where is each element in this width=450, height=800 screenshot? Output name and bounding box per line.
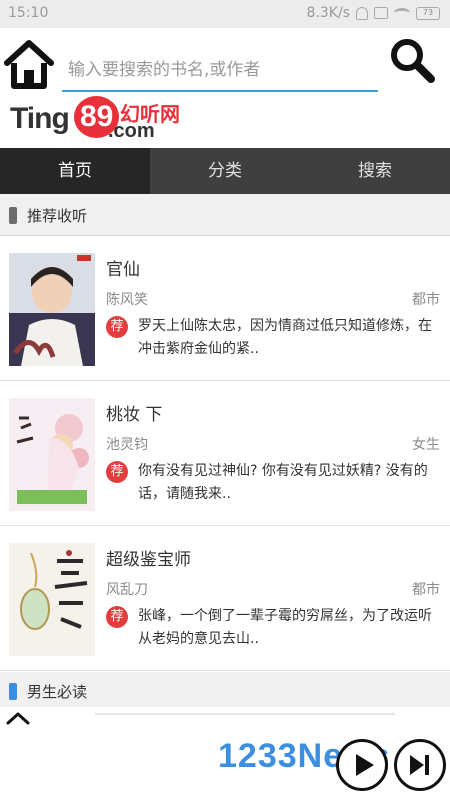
book-cover: [9, 543, 95, 656]
recommend-badge: 荐: [106, 461, 128, 483]
section-marker: [9, 207, 17, 224]
recommend-badge: 荐: [106, 606, 128, 628]
skip-next-icon: [410, 755, 429, 775]
logo-ting: Ting: [10, 102, 70, 135]
home-button[interactable]: [4, 38, 54, 90]
sim-icon: [374, 7, 388, 19]
book-author: 池灵钧: [106, 437, 148, 453]
play-icon: [356, 754, 374, 776]
book-title: 桃妆 下: [106, 405, 163, 425]
book-genre: 都市: [412, 582, 440, 598]
book-cover: [9, 398, 95, 511]
book-item[interactable]: 超级鉴宝师 风乱刀 都市 荐 张峰，一个倒了一辈子霉的穷屌丝，为了改运听从老妈的…: [0, 527, 450, 671]
book-author: 风乱刀: [106, 582, 148, 598]
book-item[interactable]: 桃妆 下 池灵钧 女生 荐 你有没有见过神仙? 你有没有见过妖精? 没有的话，请…: [0, 382, 450, 526]
recommend-badge: 荐: [106, 316, 128, 338]
player-bar: 1233News: [0, 707, 450, 800]
section-title: 男生必读: [27, 683, 88, 701]
logo-com: .com: [108, 120, 155, 142]
search-field[interactable]: [62, 54, 378, 92]
tab-search[interactable]: 搜索: [300, 148, 450, 194]
book-genre: 都市: [412, 292, 440, 308]
bell-off-icon: [356, 6, 368, 20]
play-button[interactable]: [336, 739, 388, 791]
section-boys-must-read: 男生必读: [0, 672, 450, 708]
status-icons: 8.3K/s 73: [307, 5, 440, 21]
home-icon: [4, 40, 54, 89]
section-marker: [9, 683, 17, 700]
main-tabs: 首页 分类 搜索: [0, 148, 450, 194]
search-button[interactable]: [388, 36, 438, 86]
book-title: 超级鉴宝师: [106, 550, 191, 570]
status-time: 15:10: [8, 5, 49, 21]
book-item[interactable]: 官仙 陈风笑 都市 荐 罗天上仙陈太忠，因为情商过低只知道修炼，在冲击紫府金仙的…: [0, 237, 450, 381]
book-description: 张峰，一个倒了一辈子霉的穷屌丝，为了改运听从老妈的意见去山..: [138, 608, 432, 647]
book-description: 你有没有见过神仙? 你有没有见过妖精? 没有的话，请随我来..: [138, 463, 428, 502]
book-cover: [9, 253, 95, 366]
tab-category[interactable]: 分类: [150, 148, 300, 194]
book-description: 罗天上仙陈太忠，因为情商过低只知道修炼，在冲击紫府金仙的紧..: [138, 318, 432, 357]
book-genre: 女生: [412, 437, 440, 453]
collapse-button[interactable]: [6, 709, 30, 729]
section-recommended: 推荐收听: [0, 194, 450, 236]
status-bar: 15:10 8.3K/s 73: [0, 0, 450, 28]
network-speed: 8.3K/s: [306, 5, 350, 21]
battery-icon: 73: [416, 6, 440, 20]
progress-track: [95, 713, 395, 715]
next-button[interactable]: [394, 739, 446, 791]
app-header: Ting 89 幻听网 .com: [0, 28, 450, 148]
tab-home[interactable]: 首页: [0, 148, 150, 194]
book-author: 陈风笑: [106, 292, 148, 308]
search-icon: [391, 39, 435, 83]
book-title: 官仙: [106, 260, 140, 280]
wifi-icon: [394, 8, 410, 18]
site-logo: Ting 89 幻听网 .com: [8, 96, 188, 144]
section-title: 推荐收听: [27, 207, 88, 225]
chevron-up-icon: [6, 712, 30, 725]
search-input[interactable]: [62, 54, 378, 86]
